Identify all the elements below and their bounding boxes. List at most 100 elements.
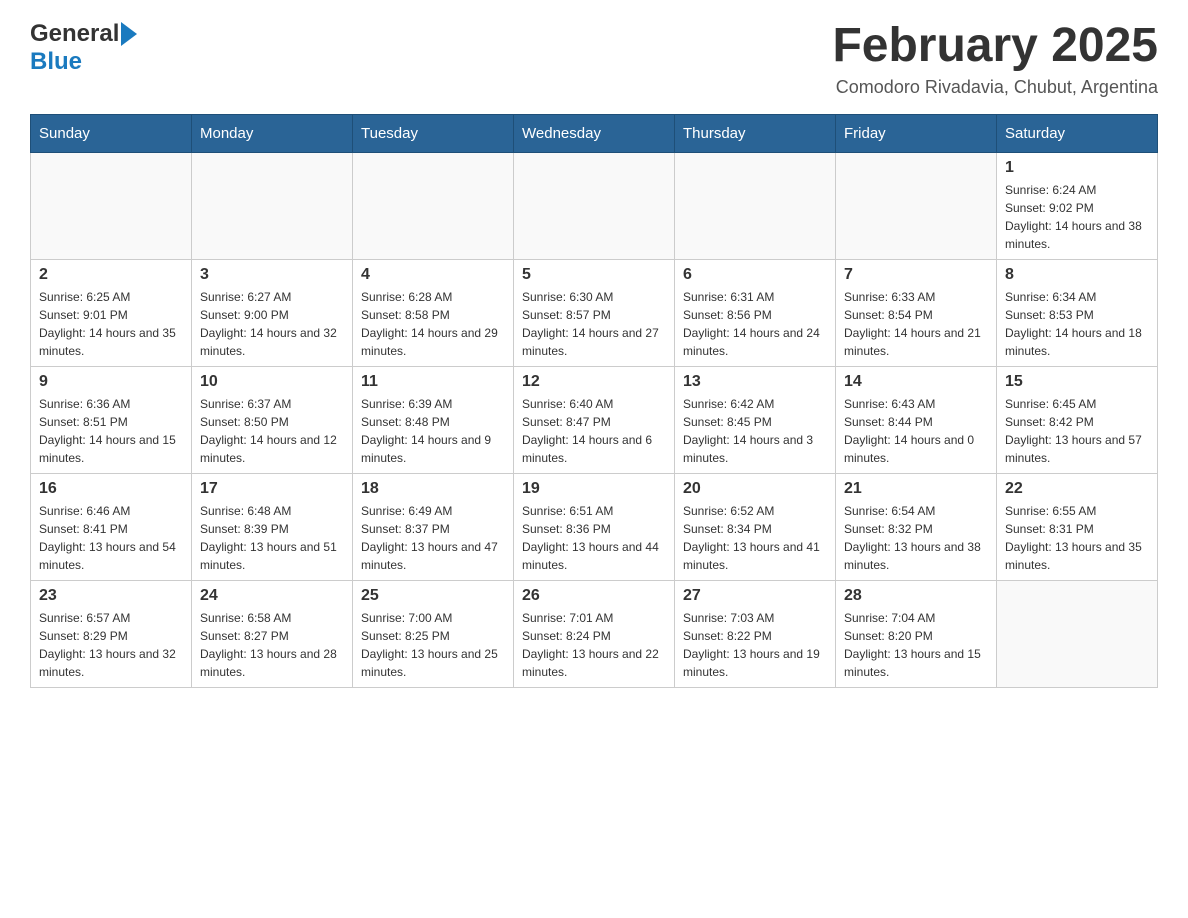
calendar-cell: 26 Sunrise: 7:01 AMSunset: 8:24 PMDayligh… [514,580,675,687]
day-number: 23 [39,587,183,605]
day-number: 13 [683,373,827,391]
day-header-sunday: Sunday [31,114,192,152]
day-info: Sunrise: 6:40 AMSunset: 8:47 PMDaylight:… [522,395,666,467]
day-number: 10 [200,373,344,391]
day-number: 2 [39,266,183,284]
logo: General Blue [30,20,137,76]
day-number: 4 [361,266,505,284]
week-row-3: 9 Sunrise: 6:36 AMSunset: 8:51 PMDaylight… [31,366,1158,473]
calendar-cell: 20 Sunrise: 6:52 AMSunset: 8:34 PMDayligh… [675,473,836,580]
day-header-saturday: Saturday [997,114,1158,152]
day-info: Sunrise: 6:57 AMSunset: 8:29 PMDaylight:… [39,609,183,681]
day-info: Sunrise: 6:42 AMSunset: 8:45 PMDaylight:… [683,395,827,467]
day-number: 5 [522,266,666,284]
day-number: 6 [683,266,827,284]
day-number: 20 [683,480,827,498]
calendar-cell: 12 Sunrise: 6:40 AMSunset: 8:47 PMDayligh… [514,366,675,473]
calendar-cell [31,152,192,259]
calendar-cell [192,152,353,259]
day-info: Sunrise: 6:51 AMSunset: 8:36 PMDaylight:… [522,502,666,574]
calendar-cell: 18 Sunrise: 6:49 AMSunset: 8:37 PMDayligh… [353,473,514,580]
calendar-cell: 14Sunrise: 6:43 AMSunset: 8:44 PMDayligh… [836,366,997,473]
day-info: Sunrise: 6:55 AMSunset: 8:31 PMDaylight:… [1005,502,1149,574]
day-number: 21 [844,480,988,498]
month-title: February 2025 [832,20,1158,73]
day-info: Sunrise: 7:03 AMSunset: 8:22 PMDaylight:… [683,609,827,681]
day-info: Sunrise: 6:49 AMSunset: 8:37 PMDaylight:… [361,502,505,574]
day-info: Sunrise: 7:00 AMSunset: 8:25 PMDaylight:… [361,609,505,681]
calendar-header-row: SundayMondayTuesdayWednesdayThursdayFrid… [31,114,1158,152]
calendar-table: SundayMondayTuesdayWednesdayThursdayFrid… [30,114,1158,688]
title-section: February 2025 Comodoro Rivadavia, Chubut… [832,20,1158,98]
page-header: General Blue February 2025 Comodoro Riva… [30,20,1158,98]
calendar-cell: 9 Sunrise: 6:36 AMSunset: 8:51 PMDaylight… [31,366,192,473]
day-info: Sunrise: 6:24 AMSunset: 9:02 PMDaylight:… [1005,181,1149,253]
calendar-cell: 5Sunrise: 6:30 AMSunset: 8:57 PMDaylight… [514,259,675,366]
calendar-cell: 7 Sunrise: 6:33 AMSunset: 8:54 PMDaylight… [836,259,997,366]
day-info: Sunrise: 6:45 AMSunset: 8:42 PMDaylight:… [1005,395,1149,467]
logo-arrow-icon [121,22,137,46]
calendar-cell: 28 Sunrise: 7:04 AMSunset: 8:20 PMDayligh… [836,580,997,687]
day-number: 16 [39,480,183,498]
calendar-cell: 25 Sunrise: 7:00 AMSunset: 8:25 PMDayligh… [353,580,514,687]
day-header-monday: Monday [192,114,353,152]
calendar-cell: 10Sunrise: 6:37 AMSunset: 8:50 PMDayligh… [192,366,353,473]
calendar-cell: 2 Sunrise: 6:25 AMSunset: 9:01 PMDaylight… [31,259,192,366]
day-header-thursday: Thursday [675,114,836,152]
day-number: 17 [200,480,344,498]
day-info: Sunrise: 6:52 AMSunset: 8:34 PMDaylight:… [683,502,827,574]
logo-general-text: General [30,20,119,48]
day-number: 26 [522,587,666,605]
day-number: 19 [522,480,666,498]
calendar-cell [836,152,997,259]
day-info: Sunrise: 7:04 AMSunset: 8:20 PMDaylight:… [844,609,988,681]
calendar-cell: 1Sunrise: 6:24 AMSunset: 9:02 PMDaylight… [997,152,1158,259]
calendar-cell [514,152,675,259]
day-info: Sunrise: 6:36 AMSunset: 8:51 PMDaylight:… [39,395,183,467]
day-number: 15 [1005,373,1149,391]
calendar-cell: 11 Sunrise: 6:39 AMSunset: 8:48 PMDayligh… [353,366,514,473]
week-row-2: 2 Sunrise: 6:25 AMSunset: 9:01 PMDaylight… [31,259,1158,366]
day-number: 7 [844,266,988,284]
day-number: 18 [361,480,505,498]
day-info: Sunrise: 6:43 AMSunset: 8:44 PMDaylight:… [844,395,988,467]
week-row-4: 16Sunrise: 6:46 AMSunset: 8:41 PMDayligh… [31,473,1158,580]
day-header-tuesday: Tuesday [353,114,514,152]
day-info: Sunrise: 6:54 AMSunset: 8:32 PMDaylight:… [844,502,988,574]
day-number: 12 [522,373,666,391]
day-info: Sunrise: 6:33 AMSunset: 8:54 PMDaylight:… [844,288,988,360]
calendar-cell: 4 Sunrise: 6:28 AMSunset: 8:58 PMDaylight… [353,259,514,366]
calendar-cell [997,580,1158,687]
calendar-cell: 19 Sunrise: 6:51 AMSunset: 8:36 PMDayligh… [514,473,675,580]
day-info: Sunrise: 6:31 AMSunset: 8:56 PMDaylight:… [683,288,827,360]
calendar-cell: 17 Sunrise: 6:48 AMSunset: 8:39 PMDayligh… [192,473,353,580]
day-number: 28 [844,587,988,605]
day-number: 22 [1005,480,1149,498]
day-header-wednesday: Wednesday [514,114,675,152]
day-number: 9 [39,373,183,391]
day-info: Sunrise: 6:58 AMSunset: 8:27 PMDaylight:… [200,609,344,681]
day-info: Sunrise: 6:28 AMSunset: 8:58 PMDaylight:… [361,288,505,360]
calendar-cell [675,152,836,259]
calendar-cell: 21 Sunrise: 6:54 AMSunset: 8:32 PMDayligh… [836,473,997,580]
calendar-cell: 22 Sunrise: 6:55 AMSunset: 8:31 PMDayligh… [997,473,1158,580]
calendar-cell [353,152,514,259]
day-number: 3 [200,266,344,284]
week-row-1: 1Sunrise: 6:24 AMSunset: 9:02 PMDaylight… [31,152,1158,259]
calendar-cell: 15 Sunrise: 6:45 AMSunset: 8:42 PMDayligh… [997,366,1158,473]
day-info: Sunrise: 7:01 AMSunset: 8:24 PMDaylight:… [522,609,666,681]
day-info: Sunrise: 6:39 AMSunset: 8:48 PMDaylight:… [361,395,505,467]
day-header-friday: Friday [836,114,997,152]
calendar-cell: 8Sunrise: 6:34 AMSunset: 8:53 PMDaylight… [997,259,1158,366]
calendar-cell: 24Sunrise: 6:58 AMSunset: 8:27 PMDayligh… [192,580,353,687]
logo-blue-text: Blue [30,48,82,75]
day-number: 25 [361,587,505,605]
day-info: Sunrise: 6:48 AMSunset: 8:39 PMDaylight:… [200,502,344,574]
day-info: Sunrise: 6:25 AMSunset: 9:01 PMDaylight:… [39,288,183,360]
location-text: Comodoro Rivadavia, Chubut, Argentina [832,77,1158,98]
calendar-cell: 6 Sunrise: 6:31 AMSunset: 8:56 PMDaylight… [675,259,836,366]
calendar-cell: 23 Sunrise: 6:57 AMSunset: 8:29 PMDayligh… [31,580,192,687]
day-number: 11 [361,373,505,391]
calendar-cell: 27Sunrise: 7:03 AMSunset: 8:22 PMDayligh… [675,580,836,687]
day-info: Sunrise: 6:34 AMSunset: 8:53 PMDaylight:… [1005,288,1149,360]
